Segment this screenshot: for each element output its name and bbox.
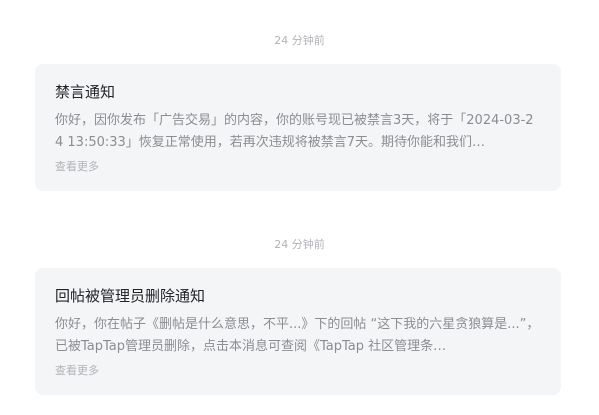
notification-body: 你好，因你发布「广告交易」的内容，你的账号现已被禁言3天，将于「2024-03-… — [55, 113, 534, 150]
notification-title: 回帖被管理员删除通知 — [55, 287, 206, 305]
view-more-link[interactable]: 查看更多 — [55, 364, 99, 378]
notification-body: 你好，你在帖子《删帖是什么意思，不平...》下的回帖 “这下我的六星贪狼算是..… — [55, 317, 540, 354]
notification-card-reply-deleted[interactable]: 回帖被管理员删除通知 你好，你在帖子《删帖是什么意思，不平...》下的回帖 “这… — [35, 268, 561, 395]
view-more-link[interactable]: 查看更多 — [55, 160, 99, 174]
notification-timestamp: 24 分钟前 — [274, 34, 325, 47]
notification-card-mute[interactable]: 禁言通知 你好，因你发布「广告交易」的内容，你的账号现已被禁言3天，将于「202… — [35, 64, 561, 191]
notification-title: 禁言通知 — [55, 83, 116, 101]
notification-page: 24 分钟前 禁言通知 你好，因你发布「广告交易」的内容，你的账号现已被禁言3天… — [0, 0, 599, 415]
notification-timestamp: 24 分钟前 — [274, 238, 325, 251]
